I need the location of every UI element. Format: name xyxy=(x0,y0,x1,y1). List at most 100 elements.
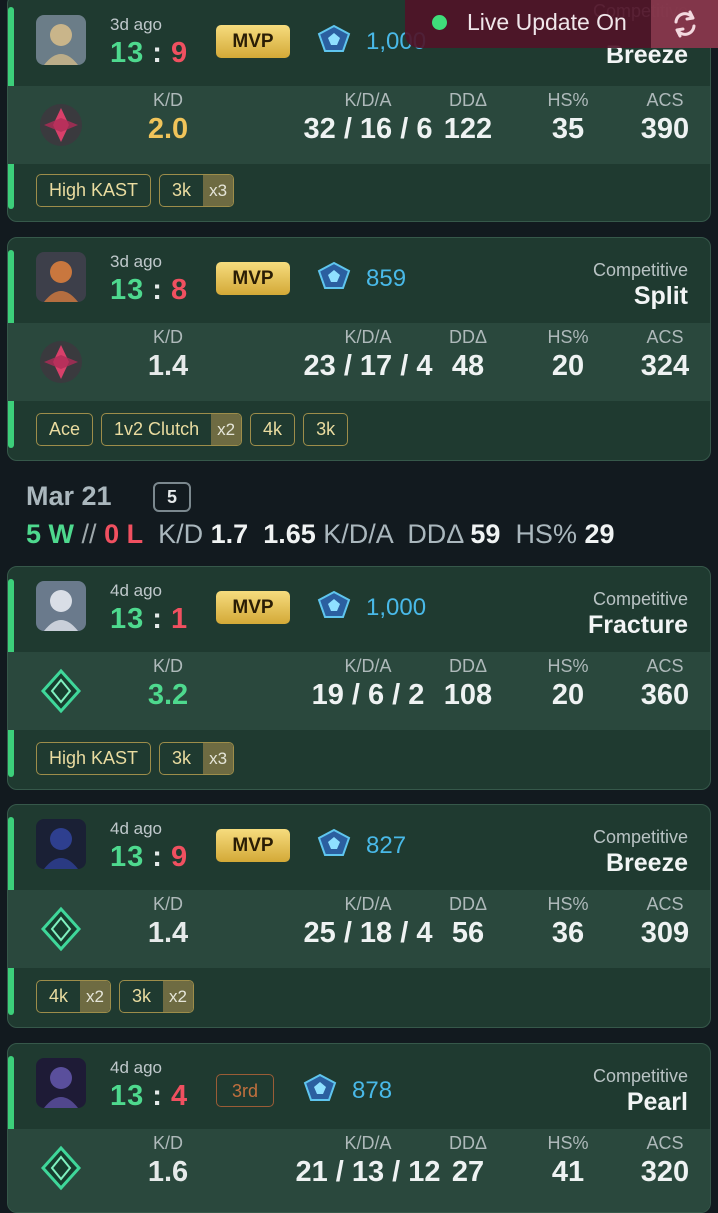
score-separator: : xyxy=(152,1080,163,1112)
match-score: 13:9 xyxy=(110,841,188,874)
stats-row: K/D 1.4 K/D/A 23 / 17 / 4 DDΔ 48 HS% 20 ACS 324 xyxy=(8,323,710,401)
achievement-multiplier: x3 xyxy=(203,175,234,206)
stat-acs-label: ACS xyxy=(646,327,684,347)
stat-dd: DDΔ 56 xyxy=(423,894,513,950)
stat-kd-value: 1.4 xyxy=(147,917,189,949)
stat-hs-value: 20 xyxy=(551,679,585,711)
map-name: Breeze xyxy=(606,849,688,877)
stat-acs-label: ACS xyxy=(646,1133,684,1153)
refresh-icon xyxy=(674,10,695,38)
map-name: Pearl xyxy=(626,1088,688,1116)
rank-icon xyxy=(38,906,84,952)
achievement-text: High KAST xyxy=(49,748,139,768)
rank-icon xyxy=(38,339,84,385)
rr-display: 1,000 xyxy=(316,590,427,625)
day-stats: 5 W // 0 L K/D 1.7 1.65 K/D/A DDΔ 59 HS%… xyxy=(26,519,615,550)
stat-hs-label: HS% xyxy=(547,90,589,110)
stat-kd-label: K/D xyxy=(152,894,183,914)
stat-hs-label: HS% xyxy=(547,1133,589,1153)
achievement-text: High KAST xyxy=(49,180,139,200)
rank-icon xyxy=(38,1145,84,1191)
match-card[interactable]: 3d ago 13:8 MVP 859 Competitive Split K/D 1.4 K/… xyxy=(7,237,711,461)
stat-acs-value: 360 xyxy=(640,679,690,711)
day-kd-label: K/D xyxy=(158,519,204,549)
day-dd-label: DDΔ xyxy=(407,519,463,549)
match-card[interactable]: 4d ago 13:9 MVP 827 Competitive Breeze K/D 1.4 K… xyxy=(7,804,711,1028)
agent-avatar xyxy=(36,1058,86,1108)
day-kda: 1.65 xyxy=(263,519,316,549)
rounds-won: 13 xyxy=(110,37,145,69)
agent-avatar xyxy=(36,252,86,302)
stat-acs: ACS 324 xyxy=(620,327,710,383)
stat-acs-label: ACS xyxy=(646,90,684,110)
stat-kd: K/D 1.4 xyxy=(123,327,213,383)
day-hs-label: HS% xyxy=(515,519,577,549)
rr-display: 859 xyxy=(316,261,407,295)
rr-value: 1,000 xyxy=(366,593,427,621)
achievement-badge: Ace xyxy=(36,413,94,446)
rr-value: 859 xyxy=(366,264,407,292)
match-time-ago: 4d ago xyxy=(110,581,162,600)
match-time-ago: 4d ago xyxy=(110,1058,162,1077)
day-hs: 29 xyxy=(584,519,615,549)
stat-dd-label: DDΔ xyxy=(448,894,488,914)
stat-dd-value: 108 xyxy=(443,679,493,711)
stat-hs: HS% 20 xyxy=(523,327,613,383)
refresh-button[interactable] xyxy=(651,0,718,48)
game-mode: Competitive xyxy=(592,260,688,280)
agent-avatar xyxy=(36,819,86,869)
map-name: Fracture xyxy=(587,611,688,639)
match-score: 13:8 xyxy=(110,274,188,307)
rank-icon xyxy=(38,102,84,148)
stat-acs: ACS 309 xyxy=(620,894,710,950)
match-time-ago: 4d ago xyxy=(110,819,162,838)
match-card[interactable]: 4d ago 13:1 MVP 1,000 Competitive Fracture K/D… xyxy=(7,566,711,790)
stat-dd: DDΔ 27 xyxy=(423,1133,513,1189)
rank-rating-icon xyxy=(316,590,352,625)
stat-kd-label: K/D xyxy=(152,90,183,110)
rounds-lost: 9 xyxy=(170,841,189,873)
rounds-lost: 9 xyxy=(170,37,189,69)
match-count-badge: 5 xyxy=(153,482,191,512)
day-date: Mar 21 xyxy=(26,481,112,511)
rounds-lost: 1 xyxy=(170,603,189,635)
achievement-badge: 4k xyxy=(250,413,296,446)
stat-dd-label: DDΔ xyxy=(448,327,488,347)
stat-dd-label: DDΔ xyxy=(448,656,488,676)
rank-rating-icon xyxy=(302,1073,338,1108)
achievement-text: 3k xyxy=(172,748,192,768)
rank-rating-icon xyxy=(316,24,352,59)
stats-row: K/D 1.6 K/D/A 21 / 13 / 12 DDΔ 27 HS% 41 ACS 320 xyxy=(8,1129,710,1212)
match-score: 13:4 xyxy=(110,1080,188,1113)
live-update-label: Live Update On xyxy=(467,9,627,35)
day-wins: 5 W xyxy=(26,519,75,549)
mvp-badge: MVP xyxy=(216,829,290,862)
score-separator: : xyxy=(152,603,163,635)
stat-acs-label: ACS xyxy=(646,656,684,676)
achievement-badges: High KAST 3k x3 xyxy=(36,174,235,207)
mvp-badge: MVP xyxy=(216,262,290,295)
stat-dd-label: DDΔ xyxy=(448,1133,488,1153)
stat-dd-label: DDΔ xyxy=(448,90,488,110)
achievement-text: 3k xyxy=(316,419,336,439)
rr-display: 878 xyxy=(302,1073,392,1108)
achievement-badges: Ace 1v2 Clutch x2 4k 3k xyxy=(36,413,349,446)
match-card[interactable]: 4d ago 13:4 3rd 878 Competitive Pearl K/D 1.6 K/… xyxy=(7,1043,711,1213)
stat-dd: DDΔ 108 xyxy=(423,656,513,712)
achievement-multiplier: x3 xyxy=(203,743,234,774)
live-update-banner[interactable]: Live Update On xyxy=(405,0,718,48)
achievement-badges: 4k x2 3k x2 xyxy=(36,980,194,1013)
match-score: 13:9 xyxy=(110,37,188,70)
achievement-badge: 3k xyxy=(303,413,349,446)
stat-acs-value: 309 xyxy=(640,917,690,949)
achievement-text: 4k xyxy=(263,419,283,439)
agent-avatar xyxy=(36,581,86,631)
stat-hs: HS% 35 xyxy=(523,90,613,146)
rounds-lost: 4 xyxy=(170,1080,189,1112)
game-mode: Competitive xyxy=(592,1066,688,1086)
rounds-won: 13 xyxy=(110,274,145,306)
day-losses: 0 L xyxy=(104,519,144,549)
stat-dd-value: 122 xyxy=(443,113,493,145)
stat-kd-label: K/D xyxy=(152,1133,183,1153)
live-status-dot xyxy=(432,15,447,30)
